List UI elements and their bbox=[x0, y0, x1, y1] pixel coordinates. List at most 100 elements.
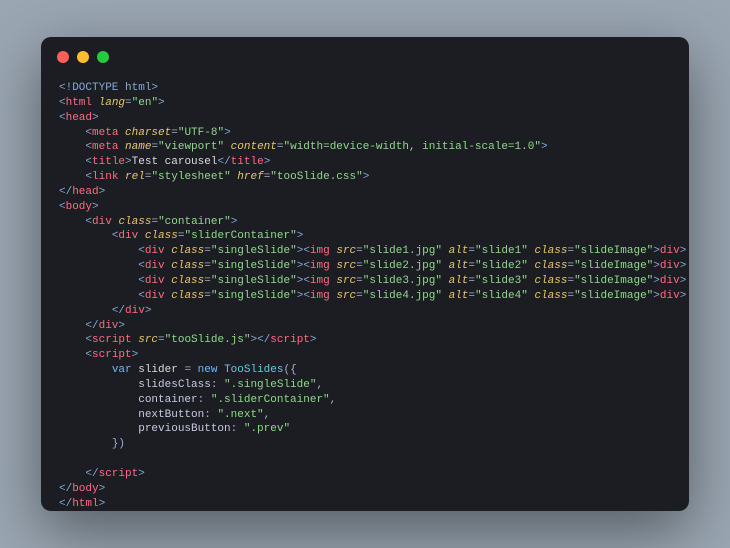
tok bbox=[59, 364, 112, 376]
tok: title bbox=[92, 156, 125, 168]
tok: > bbox=[310, 334, 317, 346]
tok: script bbox=[270, 334, 310, 346]
maximize-icon[interactable] bbox=[97, 51, 109, 63]
tok bbox=[59, 409, 138, 421]
tok: html bbox=[72, 498, 98, 510]
tok: : bbox=[211, 379, 224, 391]
tok: = bbox=[158, 334, 165, 346]
tok: slidesClass bbox=[138, 379, 211, 391]
tok: head bbox=[72, 186, 98, 198]
tok: content bbox=[231, 141, 277, 153]
tok: "sliderContainer" bbox=[184, 230, 296, 242]
tok bbox=[59, 423, 138, 435]
tok: > bbox=[297, 230, 304, 242]
tok: > bbox=[99, 186, 106, 198]
tok: div bbox=[99, 320, 119, 332]
tok bbox=[59, 379, 138, 391]
tok: = bbox=[125, 97, 132, 109]
tok: meta bbox=[92, 141, 118, 153]
tok: , bbox=[264, 409, 271, 421]
tok: slider bbox=[138, 364, 178, 376]
tok: < bbox=[59, 97, 66, 109]
tok: : bbox=[198, 394, 211, 406]
tok: script bbox=[92, 349, 132, 361]
tok: head bbox=[66, 112, 92, 124]
tok: var bbox=[112, 364, 132, 376]
tok bbox=[59, 141, 85, 153]
tok bbox=[224, 141, 231, 153]
tok: body bbox=[66, 201, 92, 213]
code-block: <!DOCTYPE html> <html lang="en"> <head> … bbox=[55, 81, 675, 511]
tok: </ bbox=[85, 468, 98, 480]
tok: > bbox=[92, 112, 99, 124]
tok: > bbox=[99, 483, 106, 495]
tok: div bbox=[125, 305, 145, 317]
tok: ({ bbox=[284, 364, 297, 376]
code-window: <!DOCTYPE html> <html lang="en"> <head> … bbox=[41, 37, 689, 511]
tok bbox=[59, 156, 85, 168]
tok: = bbox=[171, 127, 178, 139]
tok: class bbox=[118, 216, 151, 228]
tok: </ bbox=[257, 334, 270, 346]
tok: link bbox=[92, 171, 118, 183]
tok bbox=[59, 438, 112, 450]
tok bbox=[59, 171, 85, 183]
tok: ".singleSlide" bbox=[224, 379, 316, 391]
tok: charset bbox=[125, 127, 171, 139]
tok: nextButton bbox=[138, 409, 204, 421]
tok: }) bbox=[112, 438, 125, 450]
tok bbox=[59, 349, 85, 361]
tok: > bbox=[92, 201, 99, 213]
tok: "tooSlide.css" bbox=[270, 171, 362, 183]
tok: href bbox=[237, 171, 263, 183]
tok: : bbox=[231, 423, 244, 435]
tok: > bbox=[138, 468, 145, 480]
tok: script bbox=[92, 334, 132, 346]
tok bbox=[59, 320, 85, 332]
tok: class bbox=[145, 230, 178, 242]
tok: container bbox=[138, 394, 197, 406]
tok: </ bbox=[59, 186, 72, 198]
tok: lang bbox=[99, 97, 125, 109]
tok: new bbox=[198, 364, 218, 376]
tok: > bbox=[231, 216, 238, 228]
tok: = bbox=[277, 141, 284, 153]
tok: < bbox=[59, 112, 66, 124]
tok: meta bbox=[92, 127, 118, 139]
tok: ".sliderContainer" bbox=[211, 394, 330, 406]
window-titlebar bbox=[55, 51, 675, 81]
tok: TooSlides bbox=[224, 364, 283, 376]
tok: div bbox=[92, 216, 112, 228]
tok: Test carousel bbox=[132, 156, 218, 168]
tok bbox=[59, 127, 85, 139]
tok: </ bbox=[85, 320, 98, 332]
tok: src bbox=[138, 334, 158, 346]
tok: , bbox=[316, 379, 323, 391]
tok: script bbox=[99, 468, 139, 480]
tok bbox=[59, 305, 112, 317]
tok: title bbox=[231, 156, 264, 168]
tok: div bbox=[118, 230, 138, 242]
tok: > bbox=[125, 156, 132, 168]
tok: "en" bbox=[132, 97, 158, 109]
tok: body bbox=[72, 483, 98, 495]
tok: > bbox=[158, 97, 165, 109]
tok: "UTF-8" bbox=[178, 127, 224, 139]
tok bbox=[59, 334, 85, 346]
minimize-icon[interactable] bbox=[77, 51, 89, 63]
tok: > bbox=[118, 320, 125, 332]
tok: </ bbox=[59, 483, 72, 495]
tok: previousButton bbox=[138, 423, 230, 435]
tok: > bbox=[541, 141, 548, 153]
tok: ".prev" bbox=[244, 423, 290, 435]
tok: > bbox=[264, 156, 271, 168]
tok: </ bbox=[217, 156, 230, 168]
tok: = bbox=[178, 364, 198, 376]
tok: html bbox=[66, 97, 92, 109]
tok: > bbox=[99, 498, 106, 510]
tok bbox=[59, 468, 85, 480]
close-icon[interactable] bbox=[57, 51, 69, 63]
tok: > bbox=[132, 349, 139, 361]
tok: rel bbox=[125, 171, 145, 183]
tok: "container" bbox=[158, 216, 231, 228]
